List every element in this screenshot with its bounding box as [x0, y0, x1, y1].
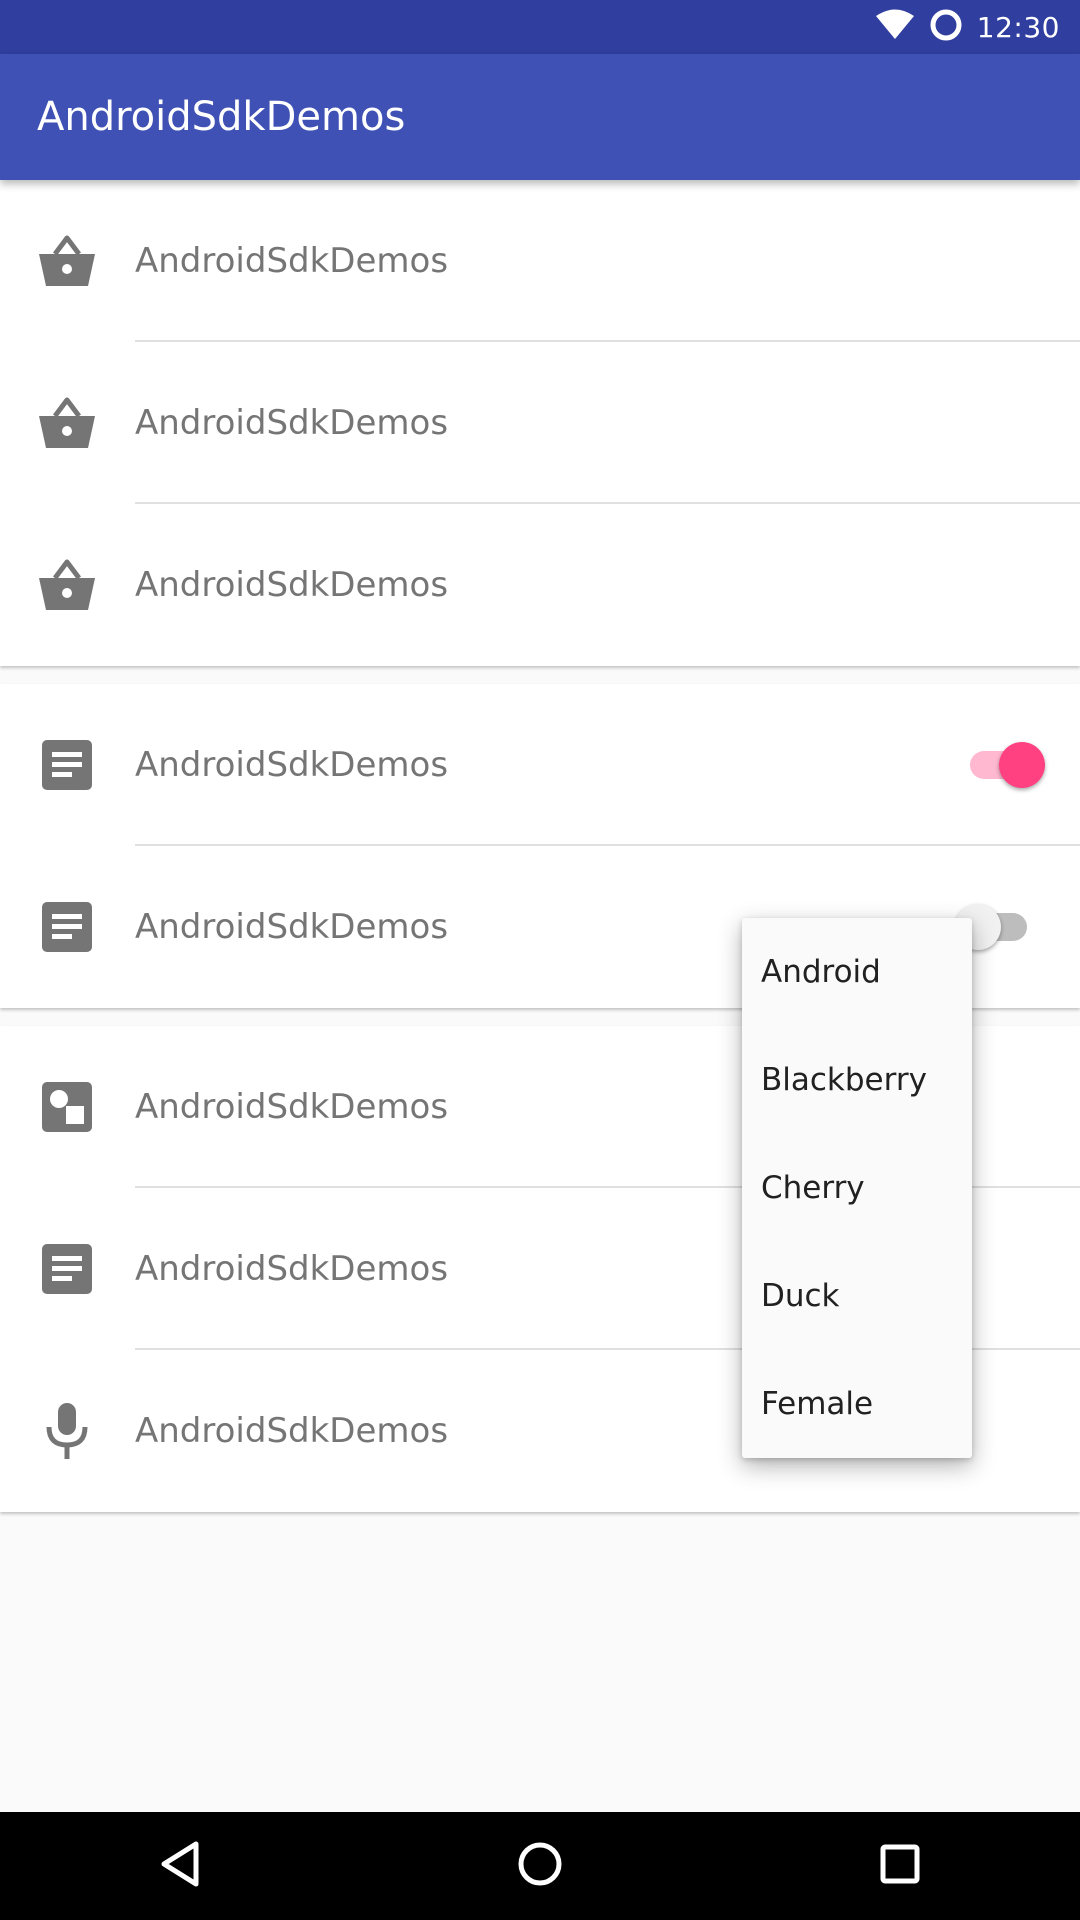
popup-menu-item[interactable]: Blackberry: [742, 1026, 972, 1134]
document-icon: [36, 734, 98, 796]
back-button[interactable]: [120, 1812, 240, 1920]
list-item-label: AndroidSdkDemos: [135, 907, 449, 947]
list-item-label: AndroidSdkDemos: [135, 565, 449, 605]
list-item[interactable]: AndroidSdkDemos: [0, 342, 1080, 504]
list-item-label: AndroidSdkDemos: [135, 241, 449, 281]
status-time: 12:30: [976, 10, 1060, 44]
status-icons: 12:30: [875, 0, 1060, 54]
microphone-icon: [36, 1400, 98, 1462]
document-icon: [36, 896, 98, 958]
home-icon: [517, 1841, 563, 1891]
status-bar: 12:30: [0, 0, 1080, 54]
back-icon: [158, 1840, 202, 1892]
wifi-icon: [875, 9, 915, 45]
list-item-label: AndroidSdkDemos: [135, 1411, 449, 1451]
list-item[interactable]: AndroidSdkDemos: [0, 684, 1080, 846]
navigation-bar: [0, 1812, 1080, 1920]
list-item[interactable]: AndroidSdkDemos: [0, 180, 1080, 342]
popup-menu-item[interactable]: Android: [742, 918, 972, 1026]
recents-button[interactable]: [840, 1812, 960, 1920]
switch-thumb: [999, 742, 1045, 788]
popup-menu-item[interactable]: Duck: [742, 1242, 972, 1350]
recents-icon: [880, 1844, 920, 1888]
document-icon: [36, 1238, 98, 1300]
list-section-1: AndroidSdkDemos AndroidSdkDemos AndroidS…: [0, 180, 1080, 666]
basket-icon: [36, 392, 98, 454]
home-button[interactable]: [480, 1812, 600, 1920]
list-item-label: AndroidSdkDemos: [135, 1249, 449, 1289]
list-item-label: AndroidSdkDemos: [135, 403, 449, 443]
basket-icon: [36, 554, 98, 616]
popup-menu-item[interactable]: Female: [742, 1350, 972, 1458]
popup-menu-item[interactable]: Cherry: [742, 1134, 972, 1242]
app-bar: AndroidSdkDemos: [0, 54, 1080, 180]
basket-icon: [36, 230, 98, 292]
app-title: AndroidSdkDemos: [37, 94, 406, 140]
list-item-label: AndroidSdkDemos: [135, 745, 449, 785]
popup-menu: Android Blackberry Cherry Duck Female: [742, 918, 972, 1458]
circle-status-icon: [929, 8, 963, 46]
list-item-label: AndroidSdkDemos: [135, 1087, 449, 1127]
list-item[interactable]: AndroidSdkDemos: [0, 504, 1080, 666]
shapes-icon: [36, 1076, 98, 1138]
